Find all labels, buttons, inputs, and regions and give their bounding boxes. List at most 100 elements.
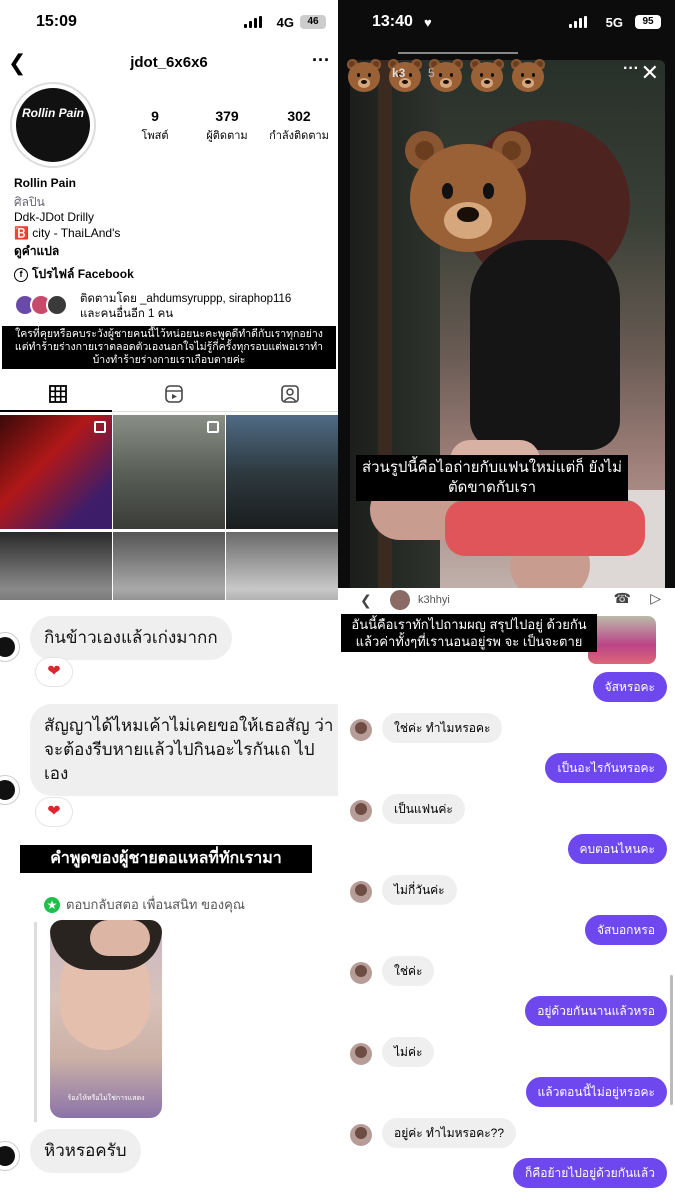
received-message-bubble: ไม่ค่ะ <box>382 1036 435 1067</box>
received-message-bubble: เป็นแฟนค่ะ <box>382 793 465 824</box>
avatar[interactable] <box>350 718 372 741</box>
story-thumbnail[interactable] <box>588 616 656 664</box>
story-reply-image[interactable]: ร้องไห้หรือไม่ใช่การแสดง <box>50 920 162 1118</box>
call-icon[interactable]: ☎ <box>614 590 631 607</box>
avatar-logo: Rollin Pain <box>16 88 90 162</box>
bear-face-sticker <box>402 128 538 260</box>
grid-icon[interactable] <box>48 384 68 404</box>
tagged-icon[interactable] <box>280 384 300 404</box>
sent-message-bubble: อยู่ด้วยกันนานแล้วหรอ <box>525 996 667 1026</box>
scrollbar[interactable] <box>670 975 673 1105</box>
received-message-bubble: อยู่ค่ะ ทำไมหรอคะ?? <box>382 1117 517 1148</box>
multi-post-icon <box>207 421 219 433</box>
post-thumbnail[interactable] <box>226 415 338 529</box>
photo-shorts <box>445 500 645 556</box>
bio-line-1: Ddk-JDot Drilly <box>14 210 95 224</box>
heart-reaction-icon: ❤ <box>36 798 72 826</box>
received-message-bubble: ไม่กี่วันค่ะ <box>382 874 457 905</box>
overlay-caption: ใครที่คุยหรือคบระวังผู้ชายคนนี้ไว้หน่อยน… <box>2 326 336 369</box>
reply-image-caption: ร้องไห้หรือไม่ใช่การแสดง <box>67 1095 145 1102</box>
sent-message-bubble: เป็นอะไรกันหรอคะ <box>545 753 667 783</box>
bear-emoji-icon <box>510 58 550 94</box>
back-icon[interactable]: ❮ <box>360 592 372 609</box>
profile-tabs <box>0 378 338 412</box>
avatar[interactable] <box>0 775 20 805</box>
post-thumbnail[interactable] <box>113 415 225 529</box>
status-bar: 15:09 4G 46 <box>0 0 338 44</box>
avatar[interactable] <box>350 1042 372 1065</box>
bio-line-2: 🅱️ city - ThaiLAnd's <box>14 226 121 240</box>
more-icon[interactable]: ··· <box>312 50 330 71</box>
avatar[interactable] <box>390 590 410 610</box>
bear-emoji-icon <box>469 58 509 94</box>
battery-icon: 46 <box>300 15 326 29</box>
signal-icon <box>244 16 262 28</box>
stat-posts[interactable]: 9 โพสต์ <box>120 108 190 144</box>
mutual-followers-line1: ติดตามโดย _ahdumsyruppp, siraphop116 <box>80 293 292 305</box>
sent-message-bubble: จัสหรอคะ <box>592 672 667 702</box>
mutual-avatar <box>46 294 68 316</box>
reels-icon[interactable] <box>164 384 184 404</box>
reply-image-hand <box>90 920 150 956</box>
avatar[interactable] <box>0 1141 20 1171</box>
network-label: 4G <box>276 15 294 30</box>
avatar[interactable] <box>0 632 20 662</box>
heart-reaction-icon: ❤ <box>36 658 72 686</box>
story-caption: ส่วนรูปนี้คือไอถ่ายกับแฟนใหม่แต่ก็ ยังไม… <box>356 455 628 501</box>
profile-header: ❮ jdot_6x6x6 ··· <box>0 50 338 76</box>
more-icon[interactable]: ··· <box>623 60 639 78</box>
dm-username[interactable]: k3hhyi <box>418 594 450 606</box>
network-label: 5G <box>605 15 623 30</box>
post-thumbnail[interactable] <box>226 532 338 600</box>
facebook-link[interactable]: f โปรไฟล์ Facebook <box>14 265 134 284</box>
reply-bar <box>34 922 37 1122</box>
message-bubble: หิวหรอครับ <box>30 1129 141 1173</box>
photo-body <box>470 240 620 450</box>
post-thumbnail[interactable] <box>0 532 112 600</box>
stat-followers-label: ผู้ติดตาม <box>206 130 248 142</box>
sent-message-bubble: คบตอนไหนคะ <box>567 834 667 864</box>
bear-emoji-icon <box>346 58 386 94</box>
battery-icon: 95 <box>635 15 661 29</box>
sent-message-bubble: ก็คือย้ายไปอยู่ด้วยกันแล้ว <box>512 1158 667 1188</box>
post-thumbnail[interactable] <box>113 532 225 600</box>
stat-posts-count: 9 <box>151 108 159 124</box>
multi-post-icon <box>94 421 106 433</box>
video-icon[interactable]: ▷ <box>650 590 661 607</box>
status-time: 13:40 <box>372 13 413 30</box>
stat-posts-label: โพสต์ <box>141 130 169 142</box>
avatar[interactable] <box>350 880 372 903</box>
message-bubble: กินข้าวเองแล้วเก่งมากก <box>30 616 232 660</box>
chat-caption: คำพูดของผู้ชายตอแหลที่ทักเรามา <box>20 845 312 873</box>
facebook-icon: f <box>14 267 28 282</box>
avatar[interactable] <box>350 799 372 822</box>
close-friends-icon: ★ <box>44 896 60 913</box>
story-progress-bar <box>398 52 518 54</box>
received-message-bubble: ใช่ค่ะ ทำไมหรอคะ <box>382 712 503 743</box>
story-username[interactable]: k3 <box>392 66 405 80</box>
signal-icon <box>569 16 587 28</box>
avatar[interactable]: Rollin Pain <box>10 82 96 168</box>
stat-followers[interactable]: 379 ผู้ติดตาม <box>192 108 262 144</box>
stat-followers-count: 379 <box>215 108 239 124</box>
stat-following-label: กำลังติดตาม <box>269 130 329 142</box>
message-bubble: สัญญาได้ไหมเค้าไม่เคยขอให้เธอสัญ ว่าจะต้… <box>30 704 338 796</box>
stat-following[interactable]: 302 กำลังติดตาม <box>264 108 334 144</box>
translate-link[interactable]: ดูคำแปล <box>14 242 59 261</box>
close-icon[interactable]: ✕ <box>641 60 659 86</box>
active-tab-indicator <box>0 410 112 412</box>
stat-following-count: 302 <box>287 108 311 124</box>
story-time: 5 <box>428 66 435 80</box>
mutual-followers[interactable]: ติดตามโดย _ahdumsyruppp, siraphop116 และ… <box>80 292 291 322</box>
heart-status-icon: ♥ <box>424 15 432 30</box>
avatar[interactable] <box>350 1123 372 1146</box>
status-bar: 13:40 ♥ 5G 95 <box>338 0 675 44</box>
story-reply-label: ★ ตอบกลับสตอ เพื่อนสนิท ของคุณ <box>44 894 245 915</box>
sent-message-bubble: แล้วตอนนี้ไม่อยู่หรอคะ <box>525 1077 667 1107</box>
post-thumbnail[interactable] <box>0 415 112 529</box>
profile-username: jdot_6x6x6 <box>130 54 208 71</box>
dm-header: ❮ k3hhyi ☎ ▷ <box>338 588 675 614</box>
bear-sticker-row <box>346 58 550 94</box>
instagram-profile-panel: 15:09 4G 46 ❮ jdot_6x6x6 ··· Rollin Pain… <box>0 0 338 600</box>
avatar[interactable] <box>350 961 372 984</box>
